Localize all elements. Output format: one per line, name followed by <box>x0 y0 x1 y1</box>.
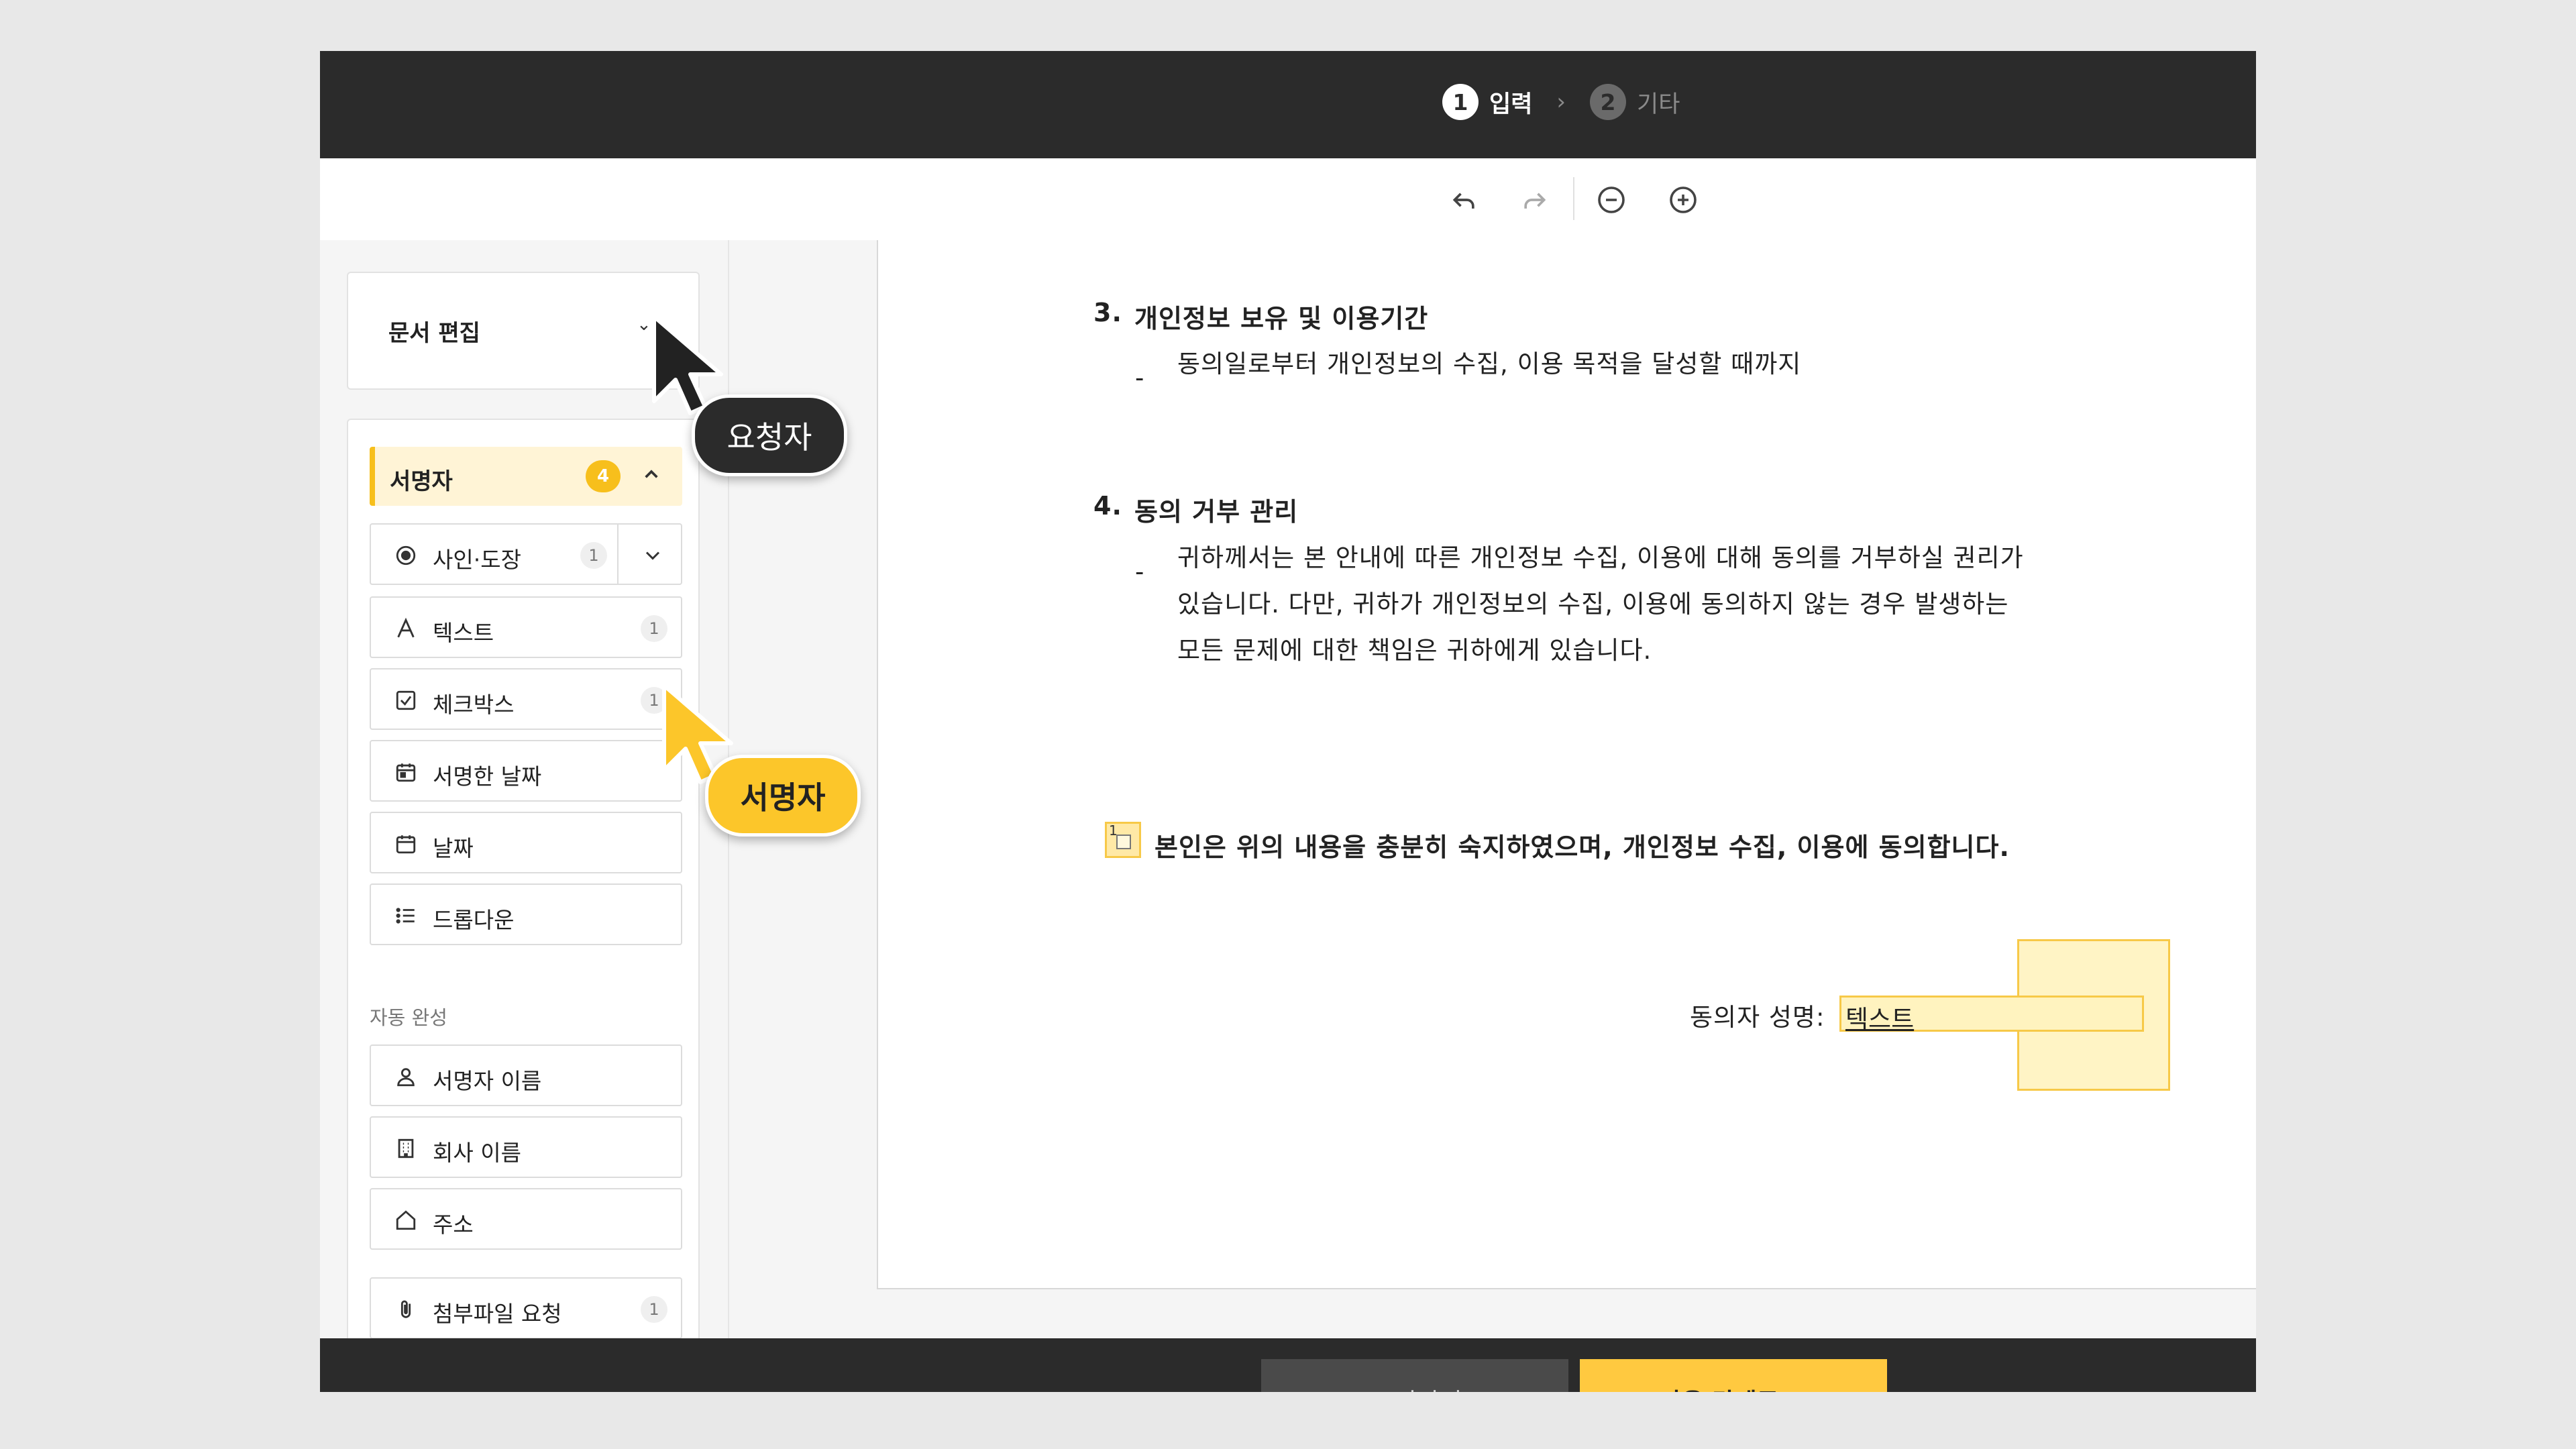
section-number: 4. <box>1093 491 1122 521</box>
field-label: 서명자 이름 <box>433 1068 542 1094</box>
signer-selector[interactable]: 서명자 4 <box>370 447 682 506</box>
field-label: 날짜 <box>433 835 474 861</box>
section-title: 동의 거부 관리 <box>1134 497 1299 527</box>
field-label: 회사 이름 <box>433 1140 521 1166</box>
zoom-in-icon[interactable] <box>1667 184 1699 216</box>
signature-label: 동의자 성명: <box>1690 1003 1825 1032</box>
step-number: 2 <box>1590 84 1627 120</box>
person-icon <box>394 1065 418 1089</box>
field-label: 첨부파일 요청 <box>433 1301 562 1327</box>
doc-edit-label: 문서 편집 <box>388 320 480 347</box>
chevron-up-icon[interactable] <box>638 462 665 488</box>
header-bar: 1 입력 › 2 기타 <box>320 51 2256 158</box>
field-address[interactable]: 주소 <box>370 1188 682 1250</box>
home-icon <box>394 1208 418 1232</box>
section-title: 개인정보 보유 및 이용기간 <box>1134 304 1429 333</box>
placed-checkbox-field[interactable]: 1 <box>1105 822 1141 858</box>
text-icon <box>394 616 418 641</box>
section-text: 있습니다. 다만, 귀하가 개인정보의 수집, 이용에 동의하지 않는 경우 발… <box>1177 590 2009 619</box>
signer-label: 서명자 <box>390 468 453 495</box>
doc-edit-dropdown[interactable]: 문서 편집 ⌄ <box>347 272 700 390</box>
agreement-text: 본인은 위의 내용을 충분히 숙지하였으며, 개인정보 수집, 이용에 동의합니… <box>1155 833 2010 862</box>
field-signer-name[interactable]: 서명자 이름 <box>370 1044 682 1106</box>
building-icon <box>394 1136 418 1161</box>
field-date[interactable]: 날짜 <box>370 812 682 873</box>
step-other[interactable]: 2 기타 <box>1590 84 1680 120</box>
field-checkbox[interactable]: 체크박스 1 <box>370 668 682 730</box>
field-company-name[interactable]: 회사 이름 <box>370 1116 682 1178</box>
field-label: 텍스트 <box>433 620 494 646</box>
zoom-out-icon[interactable] <box>1595 184 1627 216</box>
checkbox-icon <box>394 688 418 712</box>
field-attachment-request[interactable]: 첨부파일 요청 1 <box>370 1277 682 1339</box>
section-number: 3. <box>1093 298 1122 327</box>
requester-tooltip: 요청자 <box>692 394 847 476</box>
chevron-right-icon: › <box>1556 89 1566 115</box>
field-count-badge: 1 <box>641 1296 667 1323</box>
placed-text-field[interactable]: 텍스트 <box>1839 996 2144 1034</box>
field-label: 서명한 날짜 <box>433 763 542 790</box>
signer-count-badge: 4 <box>586 460 621 492</box>
paperclip-icon <box>394 1297 418 1322</box>
list-icon <box>394 904 418 928</box>
section-text: 모든 문제에 대한 책임은 귀하에게 있습니다. <box>1177 636 1652 665</box>
auto-complete-heading: 자동 완성 <box>370 1006 447 1029</box>
chevron-down-icon[interactable] <box>626 541 680 570</box>
document-page <box>877 240 2256 1289</box>
field-sign-stamp[interactable]: 사인·도장 1 <box>370 523 682 585</box>
step-label: 입력 <box>1489 91 1533 118</box>
step-indicator: 1 입력 › 2 기타 <box>1442 82 1680 122</box>
calendar-icon <box>394 760 418 784</box>
field-label: 사인·도장 <box>433 547 521 573</box>
bullet-dash: - <box>1135 364 1144 392</box>
calendar-icon <box>394 832 418 856</box>
field-label: 주소 <box>433 1212 474 1238</box>
field-label: 드롭다운 <box>433 907 515 933</box>
undo-icon[interactable] <box>1448 184 1481 216</box>
fields-panel: 서명자 4 사인·도장 1 텍스트 1 체크박스 1 서명한 날짜 날짜 드롭다… <box>347 419 700 1358</box>
signer-tooltip: 서명자 <box>705 755 861 837</box>
field-divider <box>617 525 619 584</box>
field-count-badge: 1 <box>580 542 607 569</box>
field-label: 체크박스 <box>433 692 515 718</box>
exit-button[interactable]: < 나가기 <box>1261 1359 1568 1392</box>
section-text: 동의일로부터 개인정보의 수집, 이용 목적을 달성할 때까지 <box>1177 350 1802 378</box>
field-text[interactable]: 텍스트 1 <box>370 596 682 658</box>
field-signed-date[interactable]: 서명한 날짜 <box>370 740 682 802</box>
sign-stamp-icon <box>394 543 418 568</box>
text-field-value: 텍스트 <box>1845 1005 1915 1034</box>
field-count-badge: 1 <box>641 615 667 642</box>
app-window: 1 입력 › 2 기타 문서 편집 ⌄ 서명자 4 사인·도장 1 텍스트 1 … <box>320 51 2256 1392</box>
bullet-dash: - <box>1135 557 1144 586</box>
next-step-button[interactable]: 다음 단계로 > <box>1580 1359 1887 1392</box>
redo-icon[interactable] <box>1518 184 1550 216</box>
step-label: 기타 <box>1637 91 1680 118</box>
section-text: 귀하께서는 본 안내에 따른 개인정보 수집, 이용에 대해 동의를 거부하실 … <box>1177 543 2024 572</box>
field-dropdown[interactable]: 드롭다운 <box>370 883 682 945</box>
checkbox-square <box>1116 835 1131 849</box>
step-number: 1 <box>1442 84 1479 120</box>
toolbar-divider <box>1573 177 1574 220</box>
step-input[interactable]: 1 입력 <box>1442 84 1532 120</box>
editor-toolbar <box>320 158 2256 241</box>
